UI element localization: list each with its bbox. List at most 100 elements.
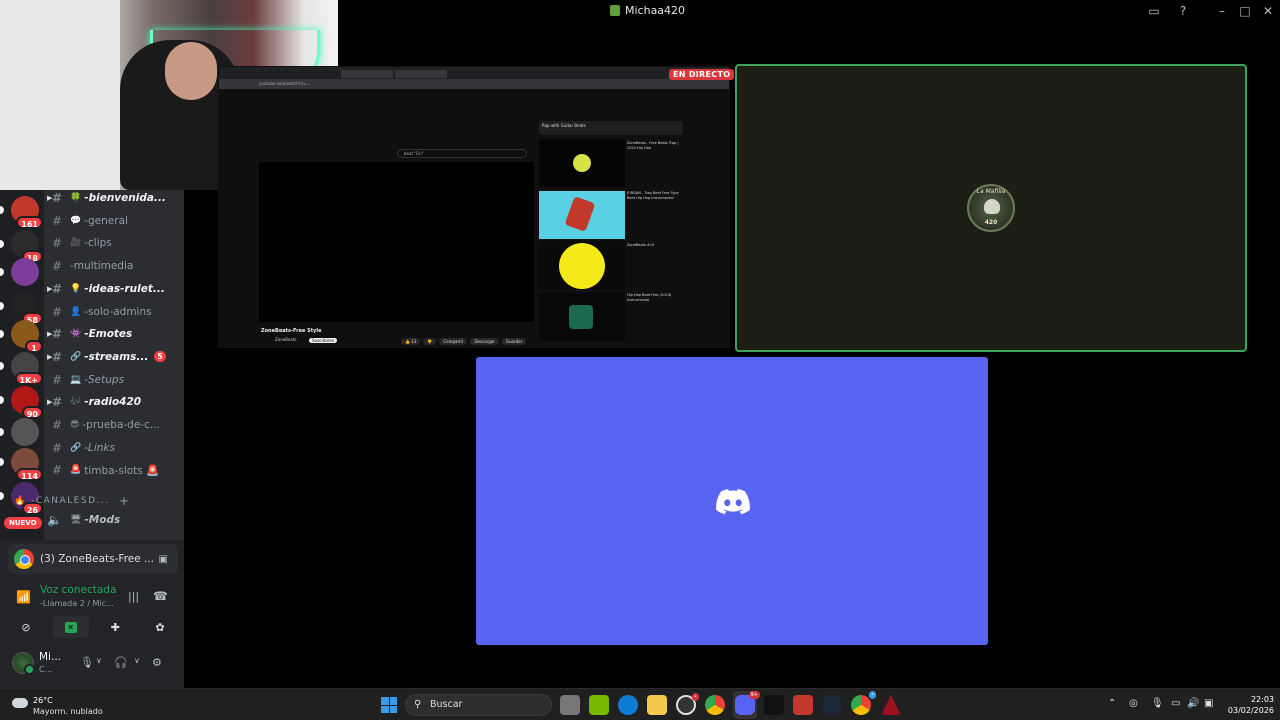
taskbar-search[interactable]: ⚲ Buscar [405, 694, 552, 716]
unread-pip [0, 302, 4, 310]
voice-status-label[interactable]: Voz conectada [40, 584, 116, 596]
activities-button[interactable]: ✚ [97, 616, 133, 638]
server-icon[interactable]: 1 [0, 320, 43, 353]
participant-tile-speaking[interactable]: La Mafilla 420 [735, 64, 1247, 352]
channel-label: -streams... [84, 350, 149, 363]
channel-emoji: 🍀 [70, 193, 82, 203]
channel-label: -solo-admins [84, 305, 152, 318]
voice-channel-mods[interactable]: 🔈 🖥 -Mods [44, 510, 184, 530]
stream-card[interactable]: (3) ZoneBeats-Free ... ▣ [8, 544, 178, 574]
channel-item[interactable]: # 🎥 -clips [44, 233, 184, 253]
maximize-button[interactable]: □ [1237, 3, 1253, 19]
inbox-icon[interactable]: ▭ [1146, 3, 1162, 19]
channel-item[interactable]: ▶ # 🔗 -streams... 5 [44, 347, 184, 367]
server-icon[interactable]: 18 [0, 230, 43, 263]
chatgpt-icon[interactable]: • [676, 693, 699, 715]
microphone-icon[interactable]: 🎙 [80, 656, 94, 669]
channel-item[interactable]: # 👤 -solo-admins [44, 302, 184, 322]
channel-emoji: 🚨 [70, 465, 82, 476]
playlist-thumb-4 [539, 293, 625, 341]
yt-save: Guardar [501, 338, 527, 345]
participant-tile[interactable] [476, 357, 988, 645]
weather-widget[interactable]: 26°C Mayorm. nublado [12, 694, 122, 716]
mail-icon[interactable] [764, 695, 784, 715]
screen-share-button[interactable]: ✕ [52, 616, 89, 638]
camera-off-button[interactable]: ⊘ [8, 616, 44, 638]
signal-icon[interactable]: 📶 [16, 590, 31, 604]
chrome-profile-icon[interactable]: • [851, 691, 876, 715]
channel-emoji: 🔗 [70, 351, 82, 362]
playlist-meta-2: JORDAN - Trap Beat Free Type Beat Hip Ho… [627, 191, 679, 200]
mic-tray-icon[interactable]: 🎙 [1151, 698, 1164, 709]
copilot-icon[interactable]: ◎ [1129, 698, 1138, 709]
unread-pip [0, 396, 4, 404]
close-button[interactable]: ✕ [1260, 3, 1276, 19]
server-icon[interactable]: 58 [0, 292, 43, 325]
headphones-icon[interactable]: 🎧 [114, 656, 128, 669]
discord-window: Michaa420 ▭ ? – □ ✕ 161 18 58 1 1K+ 90 114 26 N… [0, 0, 1280, 720]
yt-video-title: ZoneBeats-Free Style [261, 328, 322, 334]
server-icon[interactable]: 90 [0, 386, 43, 419]
category-label: -CANALESD... [31, 496, 110, 506]
category-header[interactable]: 🔥 -CANALESD... + [14, 494, 129, 508]
server-icon[interactable] [0, 418, 39, 446]
steam-icon[interactable] [822, 695, 842, 715]
channel-item[interactable]: ▶ # 💡 -ideas-rulet... [44, 279, 184, 299]
minimize-button[interactable]: – [1214, 3, 1230, 19]
help-icon[interactable]: ? [1175, 3, 1191, 19]
start-button[interactable] [381, 697, 397, 713]
soundboard-button[interactable]: ✿ [142, 616, 178, 638]
yt-buttons: 👍 13 👎 Compartir Descargar Guardar [401, 338, 527, 345]
settings-gear-icon[interactable]: ⚙ [152, 656, 162, 669]
window-title: Michaa420 [610, 4, 685, 17]
network-icon[interactable]: ▭ [1171, 698, 1180, 709]
task-view-icon[interactable] [560, 695, 580, 715]
channel-emoji: 🎥 [70, 238, 82, 249]
add-channel-icon[interactable]: + [119, 494, 131, 508]
channel-item[interactable]: # 😎 -prueba-de-c... [44, 415, 184, 435]
unread-pip [0, 330, 4, 338]
channel-label: -ideas-rulet... [84, 282, 165, 295]
disconnect-icon[interactable]: ☎ [153, 589, 168, 603]
discord-taskbar-icon[interactable]: 9+ [735, 691, 760, 715]
stop-stream-icon[interactable]: ▣ [159, 554, 168, 565]
show-hidden-icons[interactable]: ⌃ [1108, 698, 1116, 709]
nvidia-icon[interactable] [589, 695, 609, 715]
channel-emoji: 🔗 [70, 442, 82, 453]
mic-chevron-icon[interactable]: ∨ [96, 656, 102, 665]
channel-item[interactable]: ▶ # 🍀 -bienvenida... [44, 190, 184, 208]
channel-item[interactable]: # 🔗 -Links [44, 438, 184, 458]
server-icon[interactable]: 1K+ [0, 352, 43, 385]
news-app-icon[interactable] [793, 695, 813, 715]
channel-mention-badge: 5 [154, 351, 166, 363]
battery-icon[interactable]: ▣ [1204, 698, 1213, 709]
file-explorer-icon[interactable] [647, 695, 667, 715]
channel-emoji: 💬 [70, 215, 82, 226]
channel-item[interactable]: # 🚨 timba-slots 🚨 [44, 460, 184, 480]
unread-pip [0, 240, 4, 248]
channel-item[interactable]: ▶ # 🎶 -radio420 [44, 392, 184, 412]
channel-item[interactable]: ▶ # 👾 -Emotes [44, 324, 184, 344]
app-red-icon[interactable] [881, 695, 901, 715]
channel-item[interactable]: # 💬 -general [44, 211, 184, 231]
chrome-taskbar-icon[interactable] [705, 695, 725, 715]
username[interactable]: Mi... [39, 651, 61, 663]
channel-item[interactable]: # -multimedia [44, 256, 184, 276]
chrome-icon [14, 549, 34, 569]
screenshare-tile[interactable]: youtube.com/watch?v=... beat "Fin" Rap w… [218, 66, 730, 348]
server-icon[interactable]: 161 [0, 196, 43, 229]
noise-suppression-icon[interactable]: ||| [128, 590, 139, 603]
browser-tab [395, 70, 447, 78]
server-icon[interactable]: 114 [0, 448, 43, 481]
volume-icon[interactable]: 🔊 [1187, 698, 1199, 709]
server-icon[interactable] [0, 258, 39, 286]
clock[interactable]: 22:03 03/02/2026 [1224, 694, 1274, 716]
channel-item[interactable]: # 💻 -Setups [44, 370, 184, 390]
browser-urlbar: youtube.com/watch?v=... [219, 79, 729, 89]
app-icon [610, 5, 620, 16]
edge-icon[interactable] [618, 695, 638, 715]
headphones-chevron-icon[interactable]: ∨ [134, 656, 140, 665]
channel-emoji: 👾 [70, 329, 82, 340]
mention-badge: 1 [25, 340, 43, 353]
avatar[interactable] [12, 652, 35, 675]
